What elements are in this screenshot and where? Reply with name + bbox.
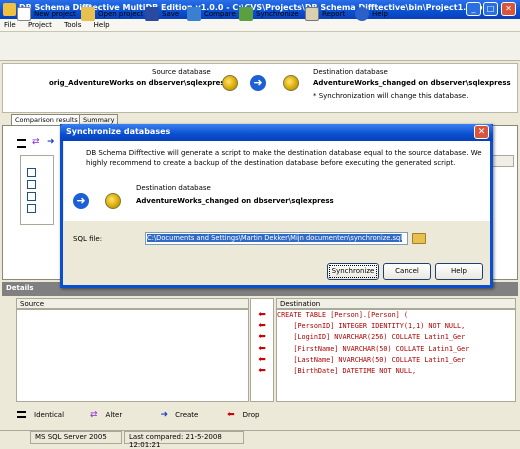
sql-file-value: C:\Documents and Settings\Martin Dekker\…: [147, 234, 403, 242]
legend-create: Create: [175, 410, 199, 419]
dialog-dest-name: AdventureWorks_changed on dbserver\sqlex…: [136, 197, 334, 205]
new-project-button[interactable]: New project: [14, 3, 79, 25]
new-project-label: New project: [34, 10, 76, 18]
browse-folder-icon[interactable]: [412, 233, 426, 244]
identical-icon: [17, 411, 26, 418]
identical-filter-icon[interactable]: [17, 139, 26, 148]
grid-column-header: [492, 155, 514, 167]
legend: Identical ⇄ Alter ➜ Create ⬅ Drop: [0, 405, 520, 424]
minimize-button[interactable]: _: [466, 2, 481, 16]
toolbar: [0, 32, 520, 61]
sql-file-input[interactable]: C:\Documents and Settings\Martin Dekker\…: [145, 232, 408, 245]
legend-identical: Identical: [34, 410, 65, 419]
direction-arrow-icon: ➜: [250, 75, 266, 91]
status-last-compared: Last compared: 21-5-2008 12:01:21: [124, 431, 244, 449]
help-label: Help: [372, 10, 388, 18]
dialog-title: Synchronize databases: [66, 127, 171, 136]
drop-arrow-icon: ⬅: [258, 343, 266, 354]
dialog-arrow-icon: ➜: [73, 193, 89, 209]
drop-arrow-icon: ⬅: [258, 310, 266, 320]
source-database-icon: [222, 75, 238, 91]
window-close-button[interactable]: ✕: [501, 2, 516, 16]
compare-button[interactable]: Compare: [184, 3, 239, 25]
create-icon: ➜: [160, 409, 169, 420]
destination-db-name: AdventureWorks_changed on dbserver\sqlex…: [313, 79, 511, 87]
compare-icon: [187, 7, 201, 21]
legend-alter: Alter: [105, 410, 123, 419]
synchronize-button[interactable]: Synchronize: [236, 3, 302, 25]
dialog-dest-label: Destination database: [136, 184, 211, 192]
code-line: [PersonID] INTEGER IDENTITY(1,1) NOT NUL…: [277, 322, 466, 331]
code-line: [LoginID] NVARCHAR(256) COLLATE Latin1_G…: [277, 333, 466, 342]
sync-note: * Synchronization will change this datab…: [313, 92, 469, 100]
source-script-pane[interactable]: [16, 309, 249, 402]
drop-arrow-icon: ⬅: [258, 354, 266, 365]
report-label: Report: [322, 10, 346, 18]
source-column-header: Source: [16, 298, 249, 309]
drop-arrow-icon: ⬅: [258, 332, 266, 343]
alter-icon: ⇄: [90, 409, 98, 420]
dialog-description: DB Schema Difftective will generate a sc…: [86, 149, 482, 167]
destination-column-header: Destination: [276, 298, 516, 309]
sync-icon: [239, 7, 253, 21]
synchronize-dialog-button[interactable]: Synchronize: [327, 263, 379, 280]
status-server: MS SQL Server 2005: [30, 431, 122, 444]
create-filter-icon[interactable]: ➜: [47, 137, 55, 147]
code-line: [LastName] NVARCHAR(50) COLLATE Latin1_G…: [277, 355, 466, 364]
drop-arrow-icon: ⬅: [258, 321, 266, 332]
dialog-title-bar: Synchronize databases: [60, 124, 493, 141]
help-button[interactable]: Help: [352, 3, 391, 25]
folder-open-icon: [81, 7, 95, 21]
alter-filter-icon[interactable]: ⇄: [32, 137, 40, 147]
cancel-button[interactable]: Cancel: [383, 263, 431, 280]
floppy-disk-icon: [145, 7, 159, 21]
legend-drop: Drop: [242, 410, 260, 419]
drop-icon: ⬅: [227, 409, 235, 420]
compare-label: Compare: [204, 10, 236, 18]
drop-arrow-icon: ⬅: [258, 365, 266, 376]
destination-db-label: Destination database: [313, 68, 388, 76]
source-db-label: Source database: [152, 68, 211, 76]
help-icon: [355, 7, 369, 21]
source-db-name: orig_AdventureWorks on dbserver\sqlexpre…: [49, 79, 229, 87]
dialog-help-button[interactable]: Help: [435, 263, 483, 280]
diff-marker-column: ⬅ ⬅ ⬅ ⬅ ⬅ ⬅: [250, 298, 274, 402]
dialog-database-icon: [105, 193, 121, 209]
code-line: [BirthDate] DATETIME NOT NULL,: [277, 366, 417, 375]
dialog-close-button[interactable]: ✕: [474, 125, 489, 139]
results-grid: [20, 155, 54, 225]
destination-script-pane[interactable]: CREATE TABLE [Person].[Person] ( [Person…: [276, 309, 516, 402]
code-line: CREATE TABLE [Person].[Person] (: [277, 311, 408, 319]
row-checkbox[interactable]: [27, 204, 36, 213]
row-checkbox[interactable]: [27, 192, 36, 201]
save-button[interactable]: Save: [142, 3, 182, 25]
open-project-label: Open project: [98, 10, 144, 18]
maximize-button[interactable]: □: [483, 2, 498, 16]
row-checkbox[interactable]: [27, 180, 36, 189]
report-icon: [305, 7, 319, 21]
code-line: [FirstName] NVARCHAR(50) COLLATE Latin1_…: [277, 344, 470, 353]
open-project-button[interactable]: Open project: [78, 3, 146, 25]
synchronize-label: Synchronize: [256, 10, 299, 18]
sql-file-label: SQL file:: [73, 235, 103, 243]
new-file-icon: [17, 7, 31, 21]
report-button[interactable]: Report: [302, 3, 348, 25]
row-checkbox[interactable]: [27, 168, 36, 177]
destination-database-icon: [283, 75, 299, 91]
save-label: Save: [162, 10, 180, 18]
